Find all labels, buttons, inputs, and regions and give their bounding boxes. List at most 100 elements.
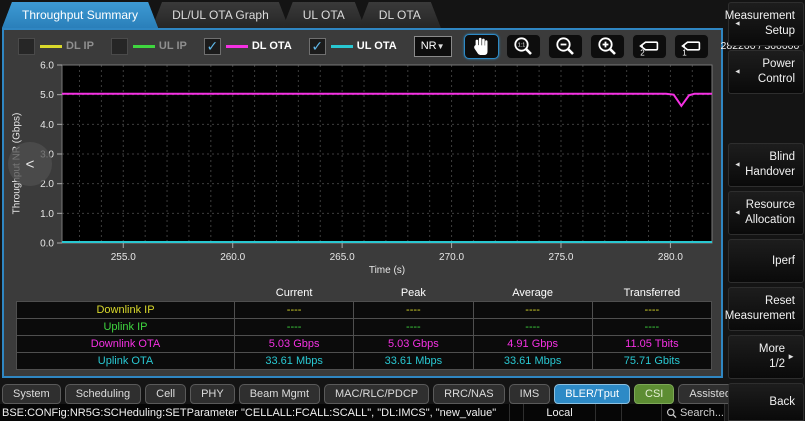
arrow-left-icon: ◄ [734,67,741,76]
arrow-left-icon: ◄ [734,208,741,217]
marker-2-button[interactable]: 2 [632,34,667,59]
softkey-label: Reset Measurement [725,294,795,324]
status-bar: BSE:CONFig:NR5G:SCHeduling:SETParameter … [0,404,725,421]
legend-item-ul-ota: ✓UL OTA [309,38,397,55]
table-header-current: Current [235,286,354,301]
softkey-iperf[interactable]: Iperf [728,239,804,283]
arrow-left-icon: ◄ [734,160,741,169]
zoom-one-to-one-icon: 1:1 [511,34,535,58]
table-cell: ---- [354,318,473,335]
softkey-label: Resource Allocation [745,198,795,228]
chart-toolbar: 1:1 2 1 [464,34,709,59]
collapse-panel-button[interactable]: < [8,142,52,186]
pan-hand-icon [469,34,493,58]
softkey-back[interactable]: Back [728,383,804,421]
pan-hand-button[interactable] [464,34,499,59]
softkey-label: Iperf [772,254,795,269]
bottom-tab-bler-tput[interactable]: BLER/Tput [554,384,630,404]
zoom-one-to-one-button[interactable]: 1:1 [506,34,541,59]
svg-text:1:1: 1:1 [518,43,526,49]
marker-1-icon: 1 [678,34,704,58]
row-label: Uplink OTA [17,352,235,369]
tab-dl-ul-ota-graph[interactable]: DL/UL OTA Graph [152,2,289,28]
status-cell-empty-3 [621,404,661,421]
bottom-tab-beam-mgmt[interactable]: Beam Mgmt [239,384,320,404]
svg-text:2: 2 [640,49,645,58]
table-header-average: Average [473,286,592,301]
marker-2-icon: 2 [636,34,662,58]
table-row-uplink-ota: Uplink OTA33.61 Mbps33.61 Mbps33.61 Mbps… [17,352,712,369]
chevron-down-icon: ▼ [437,42,445,51]
checkbox-ul-ip[interactable] [111,38,128,55]
throughput-stats-table: CurrentPeakAverageTransferred Downlink I… [16,286,712,370]
bottom-tab-cell[interactable]: Cell [145,384,186,404]
svg-text:4.0: 4.0 [40,120,54,131]
remote-command-text: BSE:CONFig:NR5G:SCHeduling:SETParameter … [0,407,509,419]
status-cell-empty-1 [509,404,523,421]
bottom-tab-strip: SystemSchedulingCellPHYBeam MgmtMAC/RLC/… [2,383,787,404]
legend-label: DL OTA [252,40,292,52]
chevron-left-icon: < [26,156,35,173]
bottom-tab-csi[interactable]: CSI [634,384,674,404]
softkey-power-control[interactable]: ◄ Power Control [728,50,804,94]
tab-throughput-summary[interactable]: Throughput Summary [2,2,158,28]
bottom-tab-rrc-nas[interactable]: RRC/NAS [433,384,505,404]
zoom-out-button[interactable] [548,34,583,59]
series-color-swatch [40,45,62,48]
bottom-tab-scheduling[interactable]: Scheduling [65,384,141,404]
checkbox-dl-ip[interactable] [18,38,35,55]
softkey-measurement-setup[interactable]: ◄Measurement Setup [728,2,804,46]
svg-text:255.0: 255.0 [111,252,136,263]
rat-select-dropdown[interactable]: NR ▼ [414,36,452,57]
table-header-transferred: Transferred [592,286,711,301]
table-cell: ---- [235,318,354,335]
row-label: Downlink OTA [17,335,235,352]
search-box[interactable]: Search... [661,404,725,421]
tab-ul-ota[interactable]: UL OTA [283,2,365,28]
chart-plot-area[interactable]: 0.01.02.03.04.05.06.0255.0260.0265.0270.… [4,60,721,282]
table-cell: 33.61 Mbps [354,352,473,369]
checkbox-ul-ota[interactable]: ✓ [309,38,326,55]
softkey-more-1-2[interactable]: More 1/2► [728,335,804,379]
table-cell: ---- [592,318,711,335]
checkbox-dl-ota[interactable]: ✓ [204,38,221,55]
table-cell: ---- [473,301,592,318]
svg-text:280.0: 280.0 [658,252,683,263]
throughput-chart[interactable]: Throughput NR (Gbps) 0.01.02.03.04.05.06… [4,60,721,282]
table-cell: 75.71 Gbits [592,352,711,369]
series-legend: DL IPUL IP✓DL OTA✓UL OTA [18,38,414,55]
svg-text:5.0: 5.0 [40,90,54,101]
zoom-in-button[interactable] [590,34,625,59]
bottom-tab-mac-rlc-pdcp[interactable]: MAC/RLC/PDCP [324,384,429,404]
table-header-peak: Peak [354,286,473,301]
softkey-reset-measurement[interactable]: Reset Measurement [728,287,804,331]
table-cell: ---- [354,301,473,318]
rat-select-value: NR [421,40,437,52]
tab-dl-ota[interactable]: DL OTA [359,2,441,28]
legend-label: UL IP [159,40,187,52]
bottom-tab-system[interactable]: System [2,384,61,404]
search-icon [666,407,677,419]
search-label: Search... [680,407,724,419]
legend-toolbar-row: DL IPUL IP✓DL OTA✓UL OTA NR ▼ 1:1 2 1 28… [18,33,717,59]
softkey-label: Power Control [758,57,795,87]
app-window: Throughput SummaryDL/UL OTA GraphUL OTAD… [0,0,805,421]
arrow-right-icon: ► [787,352,795,362]
table-cell: 11.05 Tbits [592,335,711,352]
table-header-row: CurrentPeakAverageTransferred [17,286,712,301]
softkey-resource-allocation[interactable]: ◄ Resource Allocation [728,191,804,235]
softkey-label: More 1/2 [743,342,785,372]
bottom-tab-phy[interactable]: PHY [190,384,235,404]
table-cell: 5.03 Gbps [354,335,473,352]
table-row-downlink-ota: Downlink OTA5.03 Gbps5.03 Gbps4.91 Gbps1… [17,335,712,352]
series-color-swatch [226,45,248,48]
row-label: Downlink IP [17,301,235,318]
status-cell-empty-2 [595,404,621,421]
softkey-blind-handover[interactable]: ◄Blind Handover [728,143,804,187]
table-cell: 5.03 Gbps [235,335,354,352]
bottom-tab-ims[interactable]: IMS [509,384,551,404]
table-cell: 33.61 Mbps [235,352,354,369]
marker-1-button[interactable]: 1 [674,34,709,59]
zoom-in-icon [595,34,619,58]
svg-text:260.0: 260.0 [220,252,245,263]
